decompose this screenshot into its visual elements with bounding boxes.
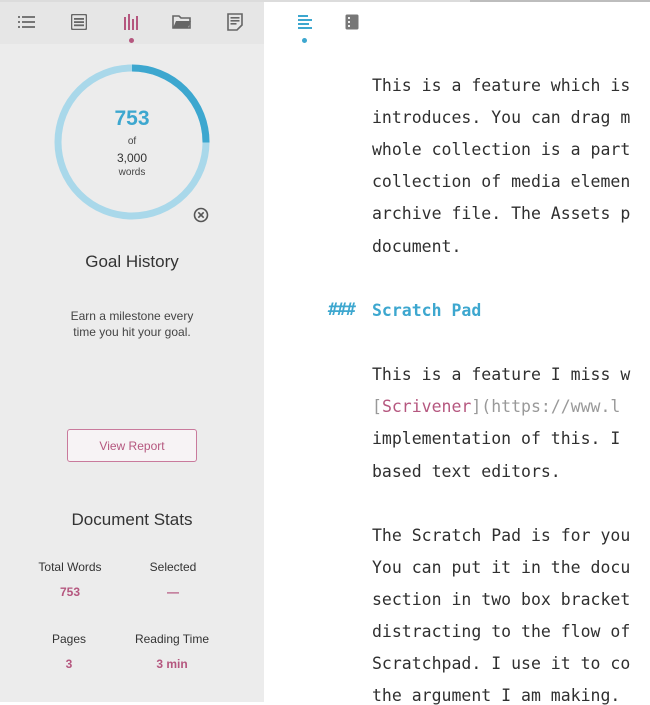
word-goal-ring: 753 of 3,000 words: [53, 63, 211, 221]
goal-history-description: Earn a milestone every time you hit your…: [0, 308, 264, 340]
text-line: Scratchpad. I use it to co: [372, 654, 631, 673]
heading-marker: ###: [328, 300, 356, 319]
stat-label: Reading Time: [134, 632, 210, 646]
active-tab-indicator: [302, 38, 307, 43]
goal-history-title: Goal History: [85, 252, 179, 271]
link-bracket: [: [372, 397, 382, 416]
tab-folder[interactable]: [168, 8, 196, 36]
goal-history-desc-line: Earn a milestone every: [70, 309, 194, 323]
text-line: the argument I am making.: [372, 686, 621, 705]
text-line-with-link: [Scrivener](https://www.l: [372, 397, 620, 416]
word-goal-target: 3,000: [116, 151, 148, 165]
document-stats-title: Document Stats: [71, 510, 193, 529]
stat-label: Total Words: [38, 560, 102, 574]
tab-notes[interactable]: [221, 8, 249, 36]
editor-tab-bar: [264, 2, 650, 44]
text-line: You can put it in the docu: [372, 558, 631, 577]
stat-value: 3 min: [156, 657, 188, 671]
sidebar: 753 of 3,000 words Goal History Earn a m…: [0, 2, 264, 702]
text-line: document.: [372, 237, 462, 256]
text-line: distracting to the flow of: [372, 622, 631, 641]
section-heading: Scratch Pad: [372, 301, 482, 320]
link-text[interactable]: Scrivener: [382, 397, 471, 416]
reset-goal-button[interactable]: [193, 207, 209, 223]
stat-selected: Selected —: [118, 560, 228, 599]
word-count: 753: [114, 107, 150, 130]
of-label: of: [127, 136, 137, 147]
tab-goals[interactable]: [117, 8, 145, 43]
stat-value: —: [167, 585, 179, 599]
word-unit: words: [118, 167, 146, 178]
view-report-button[interactable]: View Report: [67, 429, 197, 462]
tab-text-view[interactable]: [293, 10, 317, 43]
stat-value: 753: [59, 585, 81, 599]
stat-reading-time: Reading Time 3 min: [117, 632, 227, 671]
stat-total-words: Total Words 753: [15, 560, 125, 599]
text-line: whole collection is a part: [372, 140, 631, 159]
text-line: based text editors.: [372, 462, 561, 481]
text-line: introduces. You can drag m: [372, 108, 631, 127]
stat-value: 3: [65, 657, 73, 671]
tab-document-panel[interactable]: [340, 10, 364, 34]
notes-icon: [227, 13, 243, 31]
close-circle-icon: [193, 207, 209, 223]
goal-history-desc-line: time you hit your goal.: [73, 325, 191, 339]
text-line: implementation of this. I: [372, 429, 621, 448]
text-line: The Scratch Pad is for you: [372, 526, 631, 545]
library-icon: [71, 14, 87, 30]
stat-label: Pages: [51, 632, 87, 646]
ring-label: 753 of 3,000 words: [53, 63, 211, 221]
document-panel-icon: [345, 14, 359, 30]
folder-icon: [172, 15, 191, 29]
sidebar-tab-bar: [0, 2, 264, 44]
goals-icon: [124, 14, 138, 30]
text-view-icon: [298, 15, 312, 29]
tab-library[interactable]: [65, 8, 93, 36]
text-line: archive file. The Assets p: [372, 204, 631, 223]
text-line: section in two box bracket: [372, 590, 631, 609]
text-line: This is a feature I miss w: [372, 365, 631, 384]
link-url[interactable]: (https://www.l: [481, 397, 620, 416]
text-line: This is a feature which is: [372, 76, 631, 95]
text-line: collection of media elemen: [372, 172, 631, 191]
outline-icon: [18, 16, 35, 28]
stat-pages: Pages 3: [14, 632, 124, 671]
link-bracket: ]: [471, 397, 482, 416]
active-tab-indicator: [129, 38, 134, 43]
tab-outline[interactable]: [13, 8, 41, 36]
stat-label: Selected: [149, 560, 197, 574]
